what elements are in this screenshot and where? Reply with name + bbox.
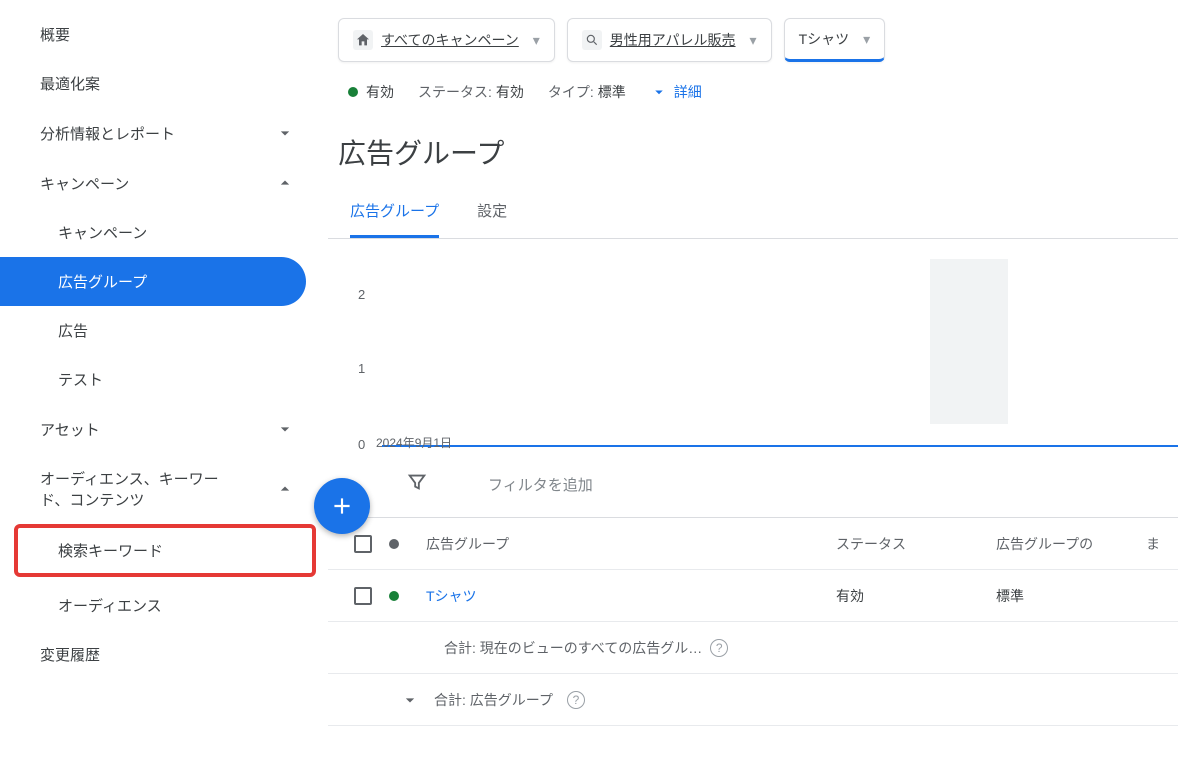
table-summary-row: 合計: 広告グループ ? bbox=[328, 674, 1178, 726]
nav-label: 広告 bbox=[58, 320, 88, 341]
caret-down-icon: ▾ bbox=[863, 31, 870, 48]
help-icon[interactable]: ? bbox=[567, 691, 585, 709]
x-axis-label: 2024年9月1日 bbox=[376, 434, 452, 451]
main-content: すべてのキャンペーン ▾ 男性用アパレル販売 ▾ Tシャツ ▾ 有効 ステータス… bbox=[320, 0, 1178, 774]
col-status[interactable]: ステータス bbox=[836, 534, 996, 554]
nav-label: オーディエンス bbox=[58, 595, 162, 616]
nav-change-history[interactable]: 変更履歴 bbox=[0, 630, 320, 679]
nav-sub-search-keywords[interactable]: 検索キーワード bbox=[14, 524, 316, 577]
breadcrumb-label: 男性用アパレル販売 bbox=[610, 30, 736, 50]
chevron-up-icon bbox=[274, 172, 296, 194]
chevron-up-icon bbox=[274, 478, 296, 500]
chart-highlight-band bbox=[930, 259, 1008, 424]
row-type: 標準 bbox=[996, 586, 1146, 606]
nav-label: アセット bbox=[40, 419, 100, 440]
type-value: 標準 bbox=[598, 82, 626, 102]
type-label: タイプ: bbox=[548, 82, 594, 102]
nav-sub-tests[interactable]: テスト bbox=[0, 355, 320, 404]
nav-sub-audiences[interactable]: オーディエンス bbox=[0, 581, 320, 630]
nav-campaigns[interactable]: キャンペーン bbox=[0, 158, 320, 208]
filter-bar[interactable]: フィルタを追加 bbox=[328, 449, 1178, 517]
nav-assets[interactable]: アセット bbox=[0, 404, 320, 454]
table-summary-row: 合計: 現在のビューのすべての広告グル… ? bbox=[328, 622, 1178, 674]
table-row[interactable]: Tシャツ 有効 標準 bbox=[328, 570, 1178, 622]
help-icon[interactable]: ? bbox=[710, 639, 728, 657]
select-all-checkbox[interactable] bbox=[354, 535, 372, 553]
nav-label: テスト bbox=[58, 369, 103, 390]
add-button[interactable] bbox=[314, 478, 370, 534]
status-status: ステータス:有効 bbox=[418, 82, 524, 102]
tab-adgroups[interactable]: 広告グループ bbox=[350, 186, 439, 238]
status-type: タイプ:標準 bbox=[548, 82, 626, 102]
y-tick: 2 bbox=[358, 287, 365, 302]
home-icon bbox=[353, 30, 373, 50]
caret-down-icon: ▾ bbox=[750, 32, 757, 49]
tab-bar: 広告グループ 設定 bbox=[328, 186, 1178, 239]
chevron-down-icon bbox=[274, 418, 296, 440]
breadcrumb: すべてのキャンペーン ▾ 男性用アパレル販売 ▾ Tシャツ ▾ bbox=[328, 0, 1178, 68]
plus-icon bbox=[329, 493, 355, 519]
nav-label: オーディエンス、キーワード、コンテンツ bbox=[40, 468, 240, 510]
fab-container bbox=[314, 478, 370, 534]
summary-label: 合計: 広告グループ bbox=[434, 690, 553, 710]
status-dot-icon bbox=[389, 539, 399, 549]
nav-label: 変更履歴 bbox=[40, 644, 100, 665]
summary-label: 合計: 現在のビューのすべての広告グル… bbox=[444, 638, 702, 658]
row-status: 有効 bbox=[836, 586, 996, 606]
col-type[interactable]: 広告グループの bbox=[996, 534, 1146, 554]
breadcrumb-label: すべてのキャンペーン bbox=[381, 30, 519, 50]
nav-insights[interactable]: 分析情報とレポート bbox=[0, 108, 320, 158]
y-tick: 1 bbox=[358, 361, 365, 376]
status-text: 有効 bbox=[366, 82, 394, 102]
chevron-down-icon bbox=[650, 83, 668, 101]
breadcrumb-campaign[interactable]: 男性用アパレル販売 ▾ bbox=[567, 18, 772, 62]
nav-audiences[interactable]: オーディエンス、キーワード、コンテンツ bbox=[0, 454, 320, 524]
nav-label: キャンペーン bbox=[40, 173, 129, 194]
caret-down-icon: ▾ bbox=[533, 32, 540, 49]
nav-label: キャンペーン bbox=[58, 222, 147, 243]
col-adgroup[interactable]: 広告グループ bbox=[418, 534, 836, 554]
nav-sub-campaigns[interactable]: キャンペーン bbox=[0, 208, 320, 257]
data-table: 広告グループ ステータス 広告グループの ま Tシャツ 有効 標準 合計: 現在… bbox=[328, 517, 1178, 726]
chevron-down-icon bbox=[274, 122, 296, 144]
nav-label: 最適化案 bbox=[40, 73, 100, 94]
breadcrumb-all-campaigns[interactable]: すべてのキャンペーン ▾ bbox=[338, 18, 555, 62]
col-last[interactable]: ま bbox=[1146, 534, 1178, 554]
chart-series-line bbox=[382, 445, 1178, 447]
filter-placeholder: フィルタを追加 bbox=[488, 474, 593, 495]
nav-sub-adgroups[interactable]: 広告グループ bbox=[0, 257, 306, 306]
breadcrumb-label: Tシャツ bbox=[799, 29, 850, 49]
chart-area: 2 1 0 2024年9月1日 bbox=[328, 239, 1178, 449]
adgroup-link[interactable]: Tシャツ bbox=[426, 588, 477, 604]
nav-label: 分析情報とレポート bbox=[40, 123, 175, 144]
status-label: ステータス: bbox=[418, 82, 492, 102]
filter-icon bbox=[406, 471, 428, 497]
sidebar: 概要 最適化案 分析情報とレポート キャンペーン キャンペーン 広告グループ 広… bbox=[0, 0, 320, 774]
search-icon bbox=[582, 30, 602, 50]
nav-label: 検索キーワード bbox=[58, 540, 163, 561]
status-row: 有効 ステータス:有効 タイプ:標準 詳細 bbox=[328, 68, 1178, 110]
nav-label: 広告グループ bbox=[58, 271, 147, 292]
y-tick: 0 bbox=[358, 437, 365, 452]
nav-recommendations[interactable]: 最適化案 bbox=[0, 59, 320, 108]
row-checkbox[interactable] bbox=[354, 587, 372, 605]
breadcrumb-adgroup[interactable]: Tシャツ ▾ bbox=[784, 18, 886, 62]
tab-settings[interactable]: 設定 bbox=[477, 186, 507, 238]
nav-label: 概要 bbox=[40, 24, 70, 45]
chevron-down-icon[interactable] bbox=[400, 690, 420, 710]
status-enabled: 有効 bbox=[348, 82, 394, 102]
table-header-row: 広告グループ ステータス 広告グループの ま bbox=[328, 518, 1178, 570]
status-dot-icon bbox=[389, 591, 399, 601]
details-label: 詳細 bbox=[674, 82, 702, 102]
details-link[interactable]: 詳細 bbox=[650, 82, 702, 102]
nav-overview[interactable]: 概要 bbox=[0, 10, 320, 59]
status-dot-icon bbox=[348, 87, 358, 97]
status-value: 有効 bbox=[496, 82, 524, 102]
nav-sub-ads[interactable]: 広告 bbox=[0, 306, 320, 355]
page-title: 広告グループ bbox=[328, 110, 1178, 186]
